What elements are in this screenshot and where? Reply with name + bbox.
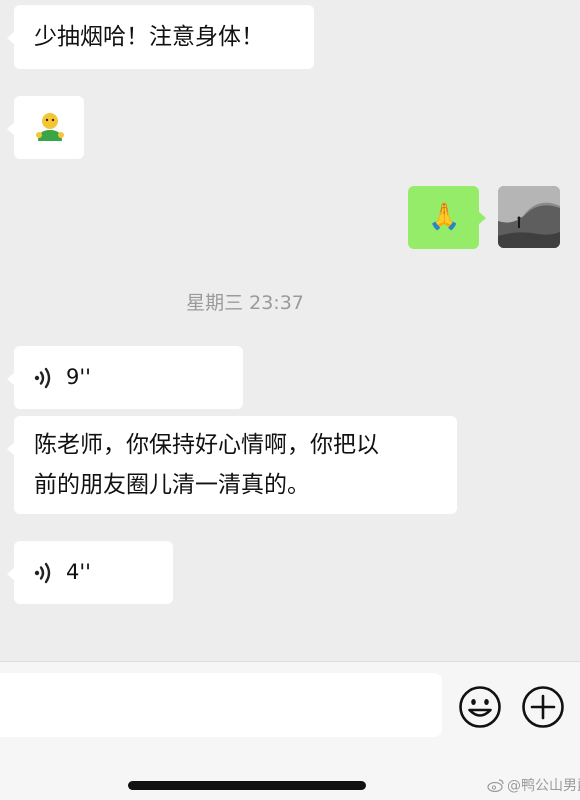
message-text: 少抽烟哈！注意身体！ (34, 24, 264, 50)
weibo-logo-icon (487, 779, 504, 792)
avatar-image (498, 186, 560, 248)
plus-button-icon[interactable] (521, 685, 565, 729)
message-text-line: 前的朋友圈儿清一清真的。 (34, 472, 310, 498)
chat-input-bar: @鸭公山男爵 (0, 661, 580, 800)
figure-emoji-icon (36, 113, 64, 141)
pray-emoji-icon: 🙏 (428, 202, 461, 232)
message-bubble-incoming-emoji[interactable] (7, 96, 84, 159)
message-bubble-outgoing-emoji[interactable]: 🙏 (408, 186, 486, 249)
voice-wave-icon (34, 562, 51, 584)
emoji-button-icon[interactable] (458, 685, 502, 729)
home-indicator[interactable] (128, 781, 366, 790)
message-bubble-incoming[interactable]: 少抽烟哈！注意身体！ (7, 5, 314, 69)
user-avatar[interactable] (498, 186, 560, 248)
chat-timestamp: 星期三 23:37 (186, 292, 304, 314)
voice-duration: 4'' (66, 560, 91, 584)
voice-message-bubble[interactable]: 9'' (7, 346, 243, 409)
watermark: @鸭公山男爵 (487, 775, 580, 795)
message-input[interactable] (0, 673, 442, 737)
message-text-line: 陈老师，你保持好心情啊，你把以 (34, 432, 379, 458)
voice-duration: 9'' (66, 365, 91, 389)
watermark-text: @鸭公山男爵 (507, 778, 580, 794)
message-bubble-incoming[interactable]: 陈老师，你保持好心情啊，你把以 前的朋友圈儿清一清真的。 (7, 416, 457, 514)
voice-wave-icon (34, 367, 51, 389)
voice-message-bubble[interactable]: 4'' (7, 541, 173, 604)
